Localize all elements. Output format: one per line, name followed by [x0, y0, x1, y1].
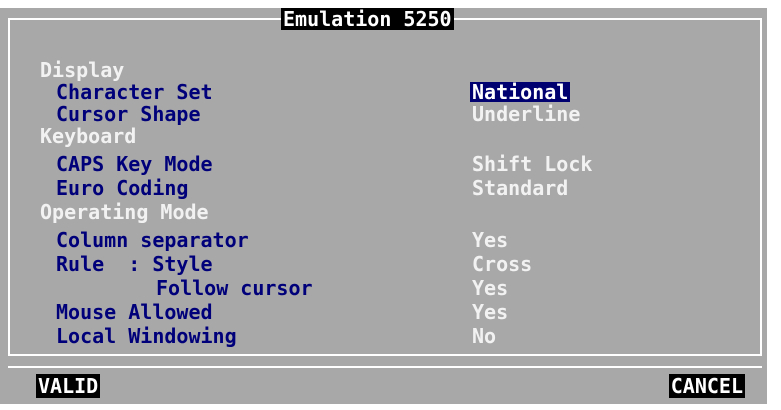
cancel-button[interactable]: CANCEL: [668, 374, 745, 398]
column-separator-label: Column separator: [56, 228, 249, 252]
button-divider: [8, 366, 762, 368]
section-display: Display: [40, 58, 125, 82]
valid-button[interactable]: VALID: [36, 374, 101, 398]
section-keyboard: Keyboard: [40, 124, 137, 148]
caps-key-mode-value[interactable]: Shift Lock: [472, 154, 592, 174]
local-windowing-value[interactable]: No: [472, 326, 496, 346]
column-separator-value[interactable]: Yes: [472, 230, 508, 250]
emulation-dialog: Emulation 5250 Display Character Set Nat…: [0, 8, 767, 404]
local-windowing-label: Local Windowing: [56, 324, 237, 348]
character-set-value[interactable]: National: [470, 82, 571, 102]
character-set-label: Character Set: [56, 80, 213, 104]
euro-coding-value[interactable]: Standard: [472, 178, 568, 198]
dialog-title: Emulation 5250: [281, 7, 454, 31]
follow-cursor-value[interactable]: Yes: [472, 278, 508, 298]
mouse-allowed-label: Mouse Allowed: [56, 300, 213, 324]
cursor-shape-value[interactable]: Underline: [472, 104, 580, 124]
rule-style-value[interactable]: Cross: [472, 254, 532, 274]
follow-cursor-label: Follow cursor: [156, 276, 313, 300]
section-operating-mode: Operating Mode: [40, 200, 209, 224]
euro-coding-label: Euro Coding: [56, 176, 189, 200]
cursor-shape-label: Cursor Shape: [56, 102, 201, 126]
rule-style-label: Rule : Style: [56, 252, 213, 276]
mouse-allowed-value[interactable]: Yes: [472, 302, 508, 322]
caps-key-mode-label: CAPS Key Mode: [56, 152, 213, 176]
emulation-screen: Emulation 5250 Display Character Set Nat…: [0, 0, 781, 410]
